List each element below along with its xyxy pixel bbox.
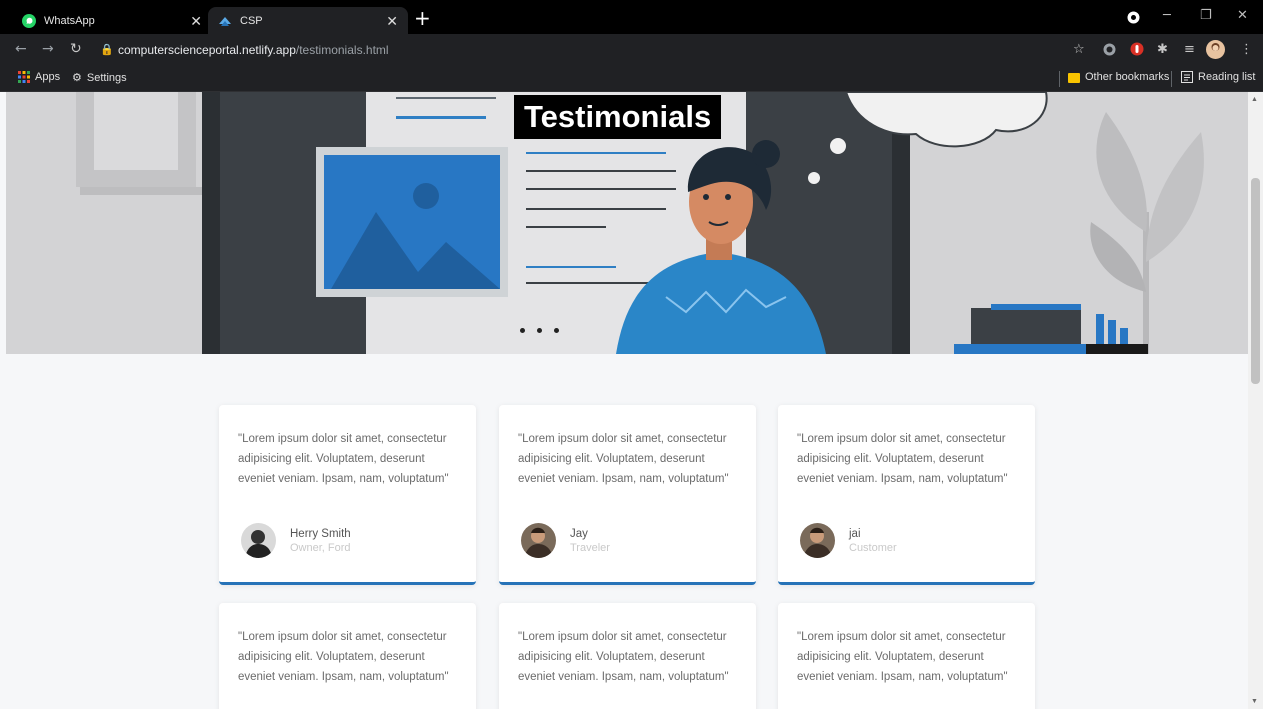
testimonial-quote: "Lorem ipsum dolor sit amet, consectetur… [238, 433, 449, 485]
bookmark-label: Apps [35, 71, 61, 83]
profile-record-icon[interactable] [1127, 11, 1140, 24]
hero-banner: Testimonials [6, 92, 1248, 354]
tab-title: WhatsApp [44, 14, 95, 27]
apps-grid-icon [18, 71, 30, 83]
testimonial-card: "Lorem ipsum dolor sit amet, consectetur… [219, 603, 476, 709]
scroll-up-icon[interactable]: ▲ [1251, 96, 1258, 103]
bookmark-apps[interactable]: Apps [18, 71, 60, 83]
tab-csp[interactable]: CSP ✕ [208, 7, 408, 34]
close-window-icon[interactable]: ✕ [1237, 8, 1248, 23]
tab-whatsapp[interactable]: WhatsApp ✕ [12, 7, 212, 34]
bookmark-reading-list[interactable]: Reading list [1181, 71, 1255, 83]
author-role: Owner, Ford [290, 541, 351, 554]
testimonial-card: "Lorem ipsum dolor sit amet, consectetur… [499, 405, 756, 585]
testimonial-card: "Lorem ipsum dolor sit amet, consectetur… [219, 405, 476, 585]
extensions-puzzle-icon[interactable]: ✱ [1157, 42, 1168, 57]
close-tab-icon[interactable]: ✕ [190, 13, 202, 30]
minimize-icon[interactable]: ─ [1163, 8, 1171, 23]
testimonial-quote: "Lorem ipsum dolor sit amet, consectetur… [518, 433, 729, 485]
page-title: Testimonials [514, 95, 722, 139]
csp-icon [219, 16, 231, 26]
testimonial-card: "Lorem ipsum dolor sit amet, consectetur… [778, 603, 1035, 709]
tab-title: CSP [240, 14, 263, 27]
bookmark-other[interactable]: Other bookmarks [1068, 71, 1169, 83]
testimonial-quote: "Lorem ipsum dolor sit amet, consectetur… [238, 631, 449, 683]
scroll-down-icon[interactable]: ▼ [1251, 698, 1258, 705]
whatsapp-icon [22, 13, 36, 28]
bookmark-settings[interactable]: ⚙ Settings [72, 71, 127, 84]
tab-bar: WhatsApp ✕ CSP ✕ + ─ ❐ ✕ [0, 0, 1263, 34]
testimonial-quote: "Lorem ipsum dolor sit amet, consectetur… [518, 631, 729, 683]
bookmark-label: Reading list [1198, 71, 1256, 83]
testimonial-quote: "Lorem ipsum dolor sit amet, consectetur… [797, 631, 1008, 683]
back-icon[interactable]: ← [15, 41, 27, 57]
testimonial-author: jai Customer [800, 523, 897, 558]
reload-icon[interactable]: ↻ [70, 41, 82, 57]
menu-kebab-icon[interactable]: ⋮ [1240, 42, 1253, 57]
carousel-dots [520, 328, 559, 333]
bookmark-label: Other bookmarks [1085, 71, 1170, 83]
author-name: jai [849, 527, 861, 540]
carousel-dot[interactable] [520, 328, 525, 333]
avatar [241, 523, 276, 558]
lock-icon: 🔒 [100, 44, 114, 56]
extension-red-icon[interactable] [1130, 42, 1144, 56]
avatar[interactable] [1206, 40, 1225, 59]
media-queue-icon[interactable]: ≡ [1184, 42, 1195, 57]
reading-list-icon [1181, 71, 1193, 83]
page-viewport: Testimonials "Lorem ipsum dolor sit amet… [0, 92, 1263, 709]
author-name: Jay [570, 527, 588, 540]
testimonial-author: Herry Smith Owner, Ford [241, 523, 351, 558]
bookmark-divider [1171, 71, 1172, 87]
avatar [800, 523, 835, 558]
testimonial-author: Jay Traveler [521, 523, 610, 558]
bookmark-label: Settings [86, 71, 127, 84]
page-scrollbar[interactable]: ▲ ▼ [1248, 92, 1263, 709]
new-tab-button[interactable]: + [414, 6, 431, 30]
address-bar[interactable]: 🔒 computerscienceportal.netlify.app/test… [94, 39, 1056, 61]
avatar [521, 523, 556, 558]
testimonial-card: "Lorem ipsum dolor sit amet, consectetur… [778, 405, 1035, 585]
author-role: Customer [849, 541, 897, 554]
close-tab-icon[interactable]: ✕ [386, 13, 398, 30]
author-name: Herry Smith [290, 527, 351, 540]
bookmarks-bar: Apps ⚙ Settings Other bookmarks Reading … [0, 66, 1263, 92]
bookmark-star-icon[interactable]: ☆ [1073, 42, 1085, 57]
browser-toolbar: ← → ↻ 🔒 computerscienceportal.netlify.ap… [0, 34, 1263, 66]
carousel-dot[interactable] [554, 328, 559, 333]
bookmark-divider [1059, 71, 1060, 87]
url-text: computerscienceportal.netlify.app/testim… [118, 43, 389, 57]
forward-icon[interactable]: → [42, 41, 54, 57]
extension-blocker-icon[interactable] [1103, 43, 1116, 56]
folder-icon [1068, 72, 1080, 83]
testimonial-card: "Lorem ipsum dolor sit amet, consectetur… [499, 603, 756, 709]
gear-icon: ⚙ [72, 71, 82, 84]
maximize-icon[interactable]: ❐ [1200, 8, 1212, 23]
testimonial-quote: "Lorem ipsum dolor sit amet, consectetur… [797, 433, 1008, 485]
carousel-dot[interactable] [537, 328, 542, 333]
scroll-thumb[interactable] [1251, 178, 1260, 384]
author-role: Traveler [570, 541, 610, 554]
